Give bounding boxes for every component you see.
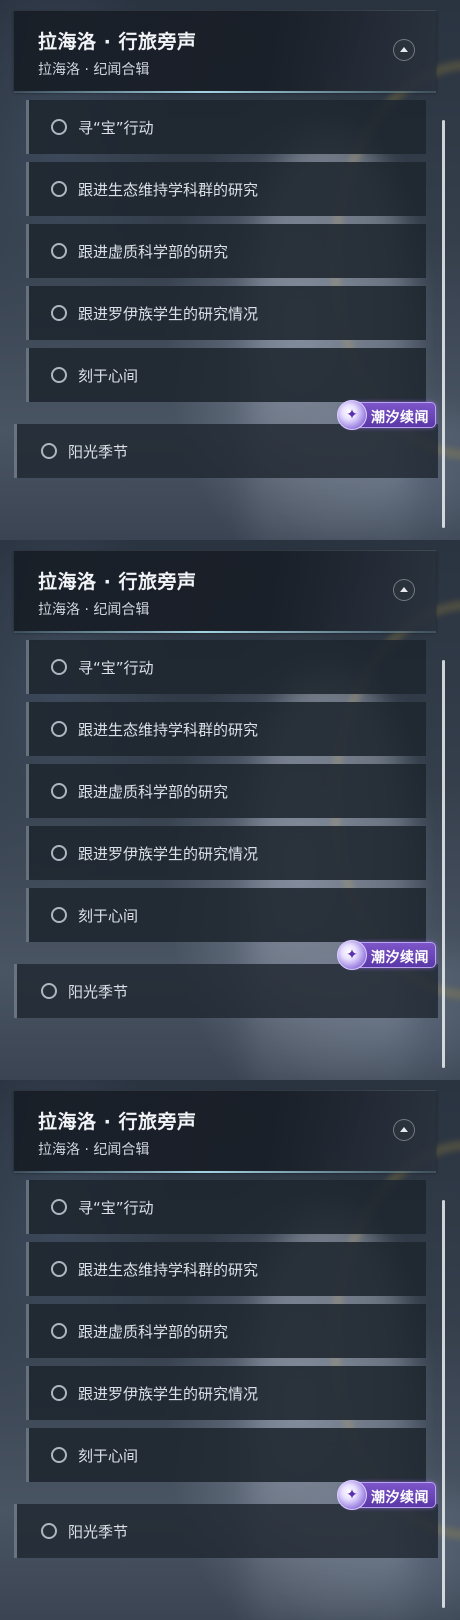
quest-item[interactable]: 寻“宝”行动 (26, 100, 426, 154)
quest-item-label: 跟进生态维持学科群的研究 (78, 181, 259, 199)
quest-group-header[interactable]: 拉海洛 · 行旅旁声 拉海洛 · 纪闻合辑 (14, 550, 436, 633)
quest-item[interactable]: 跟进生态维持学科群的研究 (26, 702, 426, 756)
quest-item[interactable]: 刻于心间 (26, 348, 426, 402)
quest-group-header[interactable]: 拉海洛 · 行旅旁声 拉海洛 · 纪闻合辑 (14, 10, 436, 93)
quest-item-label: 阳光季节 (68, 443, 129, 461)
header-glow-divider (14, 631, 436, 633)
chevron-up-icon (400, 1126, 408, 1132)
radio-circle-icon (51, 907, 67, 923)
quest-item-label: 刻于心间 (78, 907, 139, 925)
radio-circle-icon (51, 1323, 67, 1339)
quest-item-label: 寻“宝”行动 (78, 119, 154, 137)
radio-circle-icon (51, 845, 67, 861)
badge-label: 潮汐续闻 (371, 410, 429, 426)
quest-item-label: 跟进罗伊族学生的研究情况 (78, 1385, 259, 1403)
radio-circle-icon (51, 243, 67, 259)
tide-swirl-icon: ✦ (337, 400, 367, 430)
header-glow-divider (14, 1171, 436, 1173)
radio-circle-icon (51, 1199, 67, 1215)
scrollbar[interactable] (442, 1200, 445, 1608)
scrollbar[interactable] (442, 120, 445, 528)
radio-circle-icon (51, 1385, 67, 1401)
radio-circle-icon (41, 443, 57, 459)
radio-circle-icon (51, 1261, 67, 1277)
badge-label: 潮汐续闻 (371, 950, 429, 966)
tide-news-badge: ✦ 潮汐续闻 (337, 940, 436, 970)
radio-circle-icon (51, 721, 67, 737)
page-subtitle: 拉海洛 · 纪闻合辑 (38, 62, 150, 78)
quest-item[interactable]: 跟进生态维持学科群的研究 (26, 1242, 426, 1296)
tide-news-badge: ✦ 潮汐续闻 (337, 400, 436, 430)
collapse-button[interactable] (393, 1119, 415, 1141)
quest-item-label: 跟进虚质科学部的研究 (78, 243, 229, 261)
quest-item[interactable]: 阳光季节 (14, 964, 438, 1018)
quest-item[interactable]: 跟进罗伊族学生的研究情况 (26, 286, 426, 340)
collapse-button[interactable] (393, 39, 415, 61)
quest-item-label: 刻于心间 (78, 367, 139, 385)
quest-panel: 拉海洛 · 行旅旁声 拉海洛 · 纪闻合辑 寻“宝”行动 跟进生态维持学科群的研… (0, 1080, 460, 1620)
radio-circle-icon (41, 983, 57, 999)
quest-item-label: 寻“宝”行动 (78, 1199, 154, 1217)
page-title: 拉海洛 · 行旅旁声 (38, 31, 197, 53)
radio-circle-icon (41, 1523, 57, 1539)
page-title: 拉海洛 · 行旅旁声 (38, 571, 197, 593)
quest-item-label: 跟进虚质科学部的研究 (78, 1323, 229, 1341)
quest-item[interactable]: 跟进虚质科学部的研究 (26, 1304, 426, 1358)
collapse-button[interactable] (393, 579, 415, 601)
quest-item[interactable]: 刻于心间 (26, 1428, 426, 1482)
page-subtitle: 拉海洛 · 纪闻合辑 (38, 1142, 150, 1158)
radio-circle-icon (51, 181, 67, 197)
quest-item-label: 阳光季节 (68, 983, 129, 1001)
quest-item-label: 跟进罗伊族学生的研究情况 (78, 845, 259, 863)
quest-item[interactable]: 跟进罗伊族学生的研究情况 (26, 1366, 426, 1420)
quest-item[interactable]: 跟进罗伊族学生的研究情况 (26, 826, 426, 880)
page-title: 拉海洛 · 行旅旁声 (38, 1111, 197, 1133)
quest-item-label: 跟进生态维持学科群的研究 (78, 1261, 259, 1279)
radio-circle-icon (51, 119, 67, 135)
quest-item-label: 刻于心间 (78, 1447, 139, 1465)
quest-group-header[interactable]: 拉海洛 · 行旅旁声 拉海洛 · 纪闻合辑 (14, 1090, 436, 1173)
quest-item[interactable]: 寻“宝”行动 (26, 1180, 426, 1234)
quest-item-label: 寻“宝”行动 (78, 659, 154, 677)
quest-item[interactable]: 跟进生态维持学科群的研究 (26, 162, 426, 216)
radio-circle-icon (51, 659, 67, 675)
badge-label: 潮汐续闻 (371, 1490, 429, 1506)
radio-circle-icon (51, 305, 67, 321)
radio-circle-icon (51, 783, 67, 799)
page-subtitle: 拉海洛 · 纪闻合辑 (38, 602, 150, 618)
quest-item-label: 跟进虚质科学部的研究 (78, 783, 229, 801)
quest-panel: 拉海洛 · 行旅旁声 拉海洛 · 纪闻合辑 寻“宝”行动 跟进生态维持学科群的研… (0, 540, 460, 1080)
header-glow-divider (14, 91, 436, 93)
radio-circle-icon (51, 367, 67, 383)
quest-item[interactable]: 跟进虚质科学部的研究 (26, 224, 426, 278)
scrollbar[interactable] (442, 660, 445, 1068)
chevron-up-icon (400, 46, 408, 52)
quest-item-label: 跟进罗伊族学生的研究情况 (78, 305, 259, 323)
quest-item[interactable]: 阳光季节 (14, 1504, 438, 1558)
chevron-up-icon (400, 586, 408, 592)
tide-swirl-icon: ✦ (337, 1480, 367, 1510)
quest-item[interactable]: 阳光季节 (14, 424, 438, 478)
quest-item[interactable]: 刻于心间 (26, 888, 426, 942)
quest-item-label: 跟进生态维持学科群的研究 (78, 721, 259, 739)
tide-swirl-icon: ✦ (337, 940, 367, 970)
quest-panel: 拉海洛 · 行旅旁声 拉海洛 · 纪闻合辑 寻“宝”行动 跟进生态维持学科群的研… (0, 0, 460, 540)
radio-circle-icon (51, 1447, 67, 1463)
quest-item[interactable]: 跟进虚质科学部的研究 (26, 764, 426, 818)
tide-news-badge: ✦ 潮汐续闻 (337, 1480, 436, 1510)
quest-item-label: 阳光季节 (68, 1523, 129, 1541)
quest-item[interactable]: 寻“宝”行动 (26, 640, 426, 694)
